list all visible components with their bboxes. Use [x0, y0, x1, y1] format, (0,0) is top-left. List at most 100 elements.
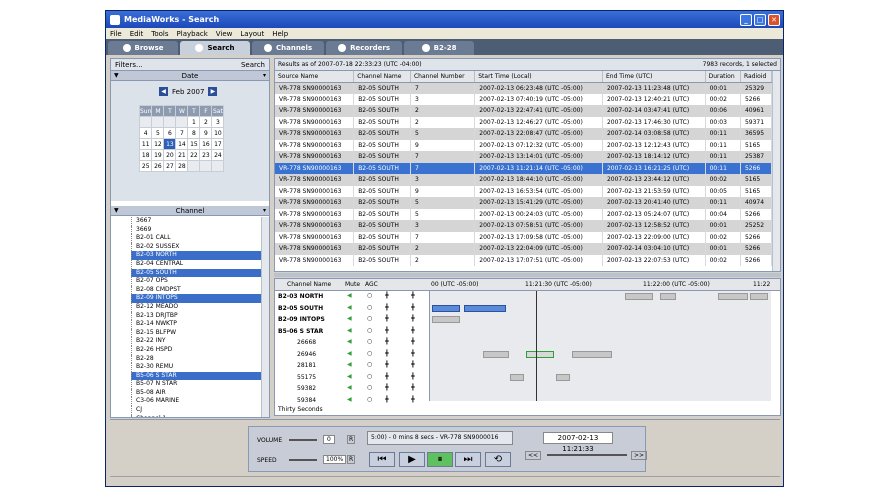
calendar-day[interactable]: 26 [151, 160, 165, 172]
gain-slider-icon[interactable]: ╋ [411, 361, 421, 370]
recording-segment[interactable] [660, 293, 676, 300]
channel-list-item[interactable]: B5-08 AIR [131, 388, 261, 398]
table-row[interactable]: VR-778 SN90000163 B2-05 SOUTH 2 2007-02-13 … [275, 243, 773, 255]
channel-list-item[interactable]: B2-30 REMU [131, 363, 261, 372]
calendar-day[interactable]: 28 [175, 160, 189, 172]
channel-header[interactable]: ▼ Channel ▾ [111, 206, 269, 216]
channel-list-item[interactable]: B2-15 BLFPW [131, 328, 261, 338]
agc-toggle-icon[interactable]: ○ [367, 396, 377, 405]
recording-segment[interactable] [750, 293, 768, 300]
recording-segment[interactable] [556, 374, 570, 381]
gain-slider-icon[interactable]: ╋ [411, 373, 421, 382]
menu-file[interactable]: File [110, 30, 122, 38]
loop-button[interactable]: ⟲ [485, 452, 511, 467]
mute-toggle-icon[interactable]: ◀ [347, 361, 357, 370]
rewind-button[interactable]: << [525, 451, 542, 460]
column-header[interactable]: Channel Name [353, 71, 411, 83]
date-header[interactable]: ▼ Date ▾ [111, 71, 269, 81]
gain-slider-icon[interactable]: ╋ [411, 396, 421, 405]
agc-toggle-icon[interactable]: ○ [367, 373, 377, 382]
table-row[interactable]: VR-778 SN90000163 B2-05 SOUTH 2 2007-02-13 … [275, 105, 773, 117]
calendar-day[interactable]: 12 [151, 138, 165, 150]
channel-list-item[interactable]: 3669 [131, 225, 261, 235]
channel-scrollbar[interactable] [261, 217, 269, 417]
pane-splitter[interactable] [274, 273, 781, 277]
channel-list-item[interactable]: C3-06 MARINE [131, 397, 261, 407]
next-month-button[interactable]: ▶ [208, 87, 218, 96]
channel-list-item[interactable]: B2-05 SOUTH [131, 268, 261, 278]
channel-list-item[interactable]: B2-12 MEADO [131, 302, 261, 312]
level-slider-icon[interactable]: ╋ [385, 361, 395, 370]
table-row[interactable]: VR-778 SN90000163 B2-05 SOUTH 2 2007-02-13 … [275, 116, 773, 128]
channel-list-item[interactable]: B2-03 NORTH [131, 251, 261, 260]
tab-recorders[interactable]: Recorders [326, 41, 403, 55]
calendar-day[interactable]: 3 [211, 116, 225, 128]
search-button[interactable]: Search [241, 61, 265, 69]
calendar-day[interactable]: 23 [199, 149, 213, 161]
channel-list-item[interactable]: B2-08 CMDPST [131, 285, 261, 295]
calendar-day[interactable]: 20 [163, 149, 177, 161]
filters-toggle[interactable]: Filters... [115, 61, 143, 69]
speed-r-button[interactable]: R [347, 455, 356, 464]
close-button[interactable]: ✕ [768, 13, 780, 26]
pause-button[interactable]: ⏸ [427, 452, 453, 467]
calendar-day[interactable]: 16 [199, 138, 213, 150]
timeline-track-area[interactable] [429, 291, 771, 401]
mute-toggle-icon[interactable]: ◀ [347, 292, 357, 301]
calendar-day[interactable]: 7 [175, 127, 189, 139]
recording-segment[interactable] [510, 374, 524, 381]
tab-browse[interactable]: Browse [108, 41, 178, 55]
column-header[interactable]: Channel Number [410, 71, 476, 83]
gain-slider-icon[interactable]: ╋ [411, 384, 421, 393]
mute-toggle-icon[interactable]: ◀ [347, 304, 357, 313]
column-header[interactable]: Radioid [740, 71, 773, 83]
agc-toggle-icon[interactable]: ○ [367, 327, 377, 336]
channel-list-item[interactable]: B2-13 DRJTBP [131, 311, 261, 321]
gain-slider-icon[interactable]: ╋ [411, 327, 421, 336]
gain-slider-icon[interactable]: ╋ [411, 338, 421, 347]
mute-toggle-icon[interactable]: ◀ [347, 373, 357, 382]
play-button[interactable]: ▶ [399, 452, 425, 467]
calendar-day[interactable]: 11 [138, 138, 153, 150]
calendar-day[interactable]: 6 [163, 127, 177, 139]
recording-segment[interactable] [718, 293, 748, 300]
calendar-day[interactable]: 5 [151, 127, 165, 139]
position-slider[interactable] [547, 454, 627, 456]
mute-toggle-icon[interactable]: ◀ [347, 315, 357, 324]
maximize-button[interactable]: □ [754, 13, 766, 26]
calendar-day[interactable]: 1 [187, 116, 201, 128]
calendar-day[interactable]: 17 [211, 138, 225, 150]
mute-toggle-icon[interactable]: ◀ [347, 327, 357, 336]
calendar-day[interactable]: 21 [175, 149, 189, 161]
table-row[interactable]: VR-778 SN90000163 B2-05 SOUTH 7 2007-02-13 … [275, 82, 773, 94]
volume-slider[interactable] [289, 439, 317, 441]
skip-back-button[interactable]: ⏮ [369, 452, 395, 467]
mute-toggle-icon[interactable]: ◀ [347, 338, 357, 347]
table-row[interactable]: VR-778 SN90000163 B2-05 SOUTH 3 2007-02-13 … [275, 174, 773, 186]
level-slider-icon[interactable]: ╋ [385, 350, 395, 359]
agc-toggle-icon[interactable]: ○ [367, 304, 377, 313]
column-header[interactable]: Source Name [275, 71, 355, 83]
level-slider-icon[interactable]: ╋ [385, 373, 395, 382]
results-scrollbar[interactable] [772, 71, 780, 271]
prev-month-button[interactable]: ◀ [159, 87, 168, 96]
channel-list-item[interactable]: B2-04 CENTRAL [131, 259, 261, 269]
channel-list-item[interactable]: 3667 [131, 217, 261, 226]
level-slider-icon[interactable]: ╋ [385, 396, 395, 405]
menu-help[interactable]: Help [272, 30, 288, 38]
channel-list-item[interactable]: B2-22 INY [131, 337, 261, 346]
column-header[interactable]: End Time (UTC) [602, 71, 706, 83]
table-row[interactable]: VR-778 SN90000163 B2-05 SOUTH 5 2007-02-13 … [275, 208, 773, 220]
mute-toggle-icon[interactable]: ◀ [347, 350, 357, 359]
calendar-day[interactable]: 14 [175, 138, 189, 150]
gain-slider-icon[interactable]: ╋ [411, 350, 421, 359]
calendar-day[interactable]: 9 [199, 127, 213, 139]
recording-segment[interactable] [572, 351, 612, 358]
table-row[interactable]: VR-778 SN90000163 B2-05 SOUTH 2 2007-02-13 … [275, 254, 773, 266]
recording-segment[interactable] [625, 293, 653, 300]
recording-segment[interactable] [432, 305, 460, 312]
minimize-button[interactable]: _ [740, 13, 752, 26]
level-slider-icon[interactable]: ╋ [385, 304, 395, 313]
channel-list-item[interactable]: B5-07 N STAR [131, 380, 261, 389]
gain-slider-icon[interactable]: ╋ [411, 292, 421, 301]
